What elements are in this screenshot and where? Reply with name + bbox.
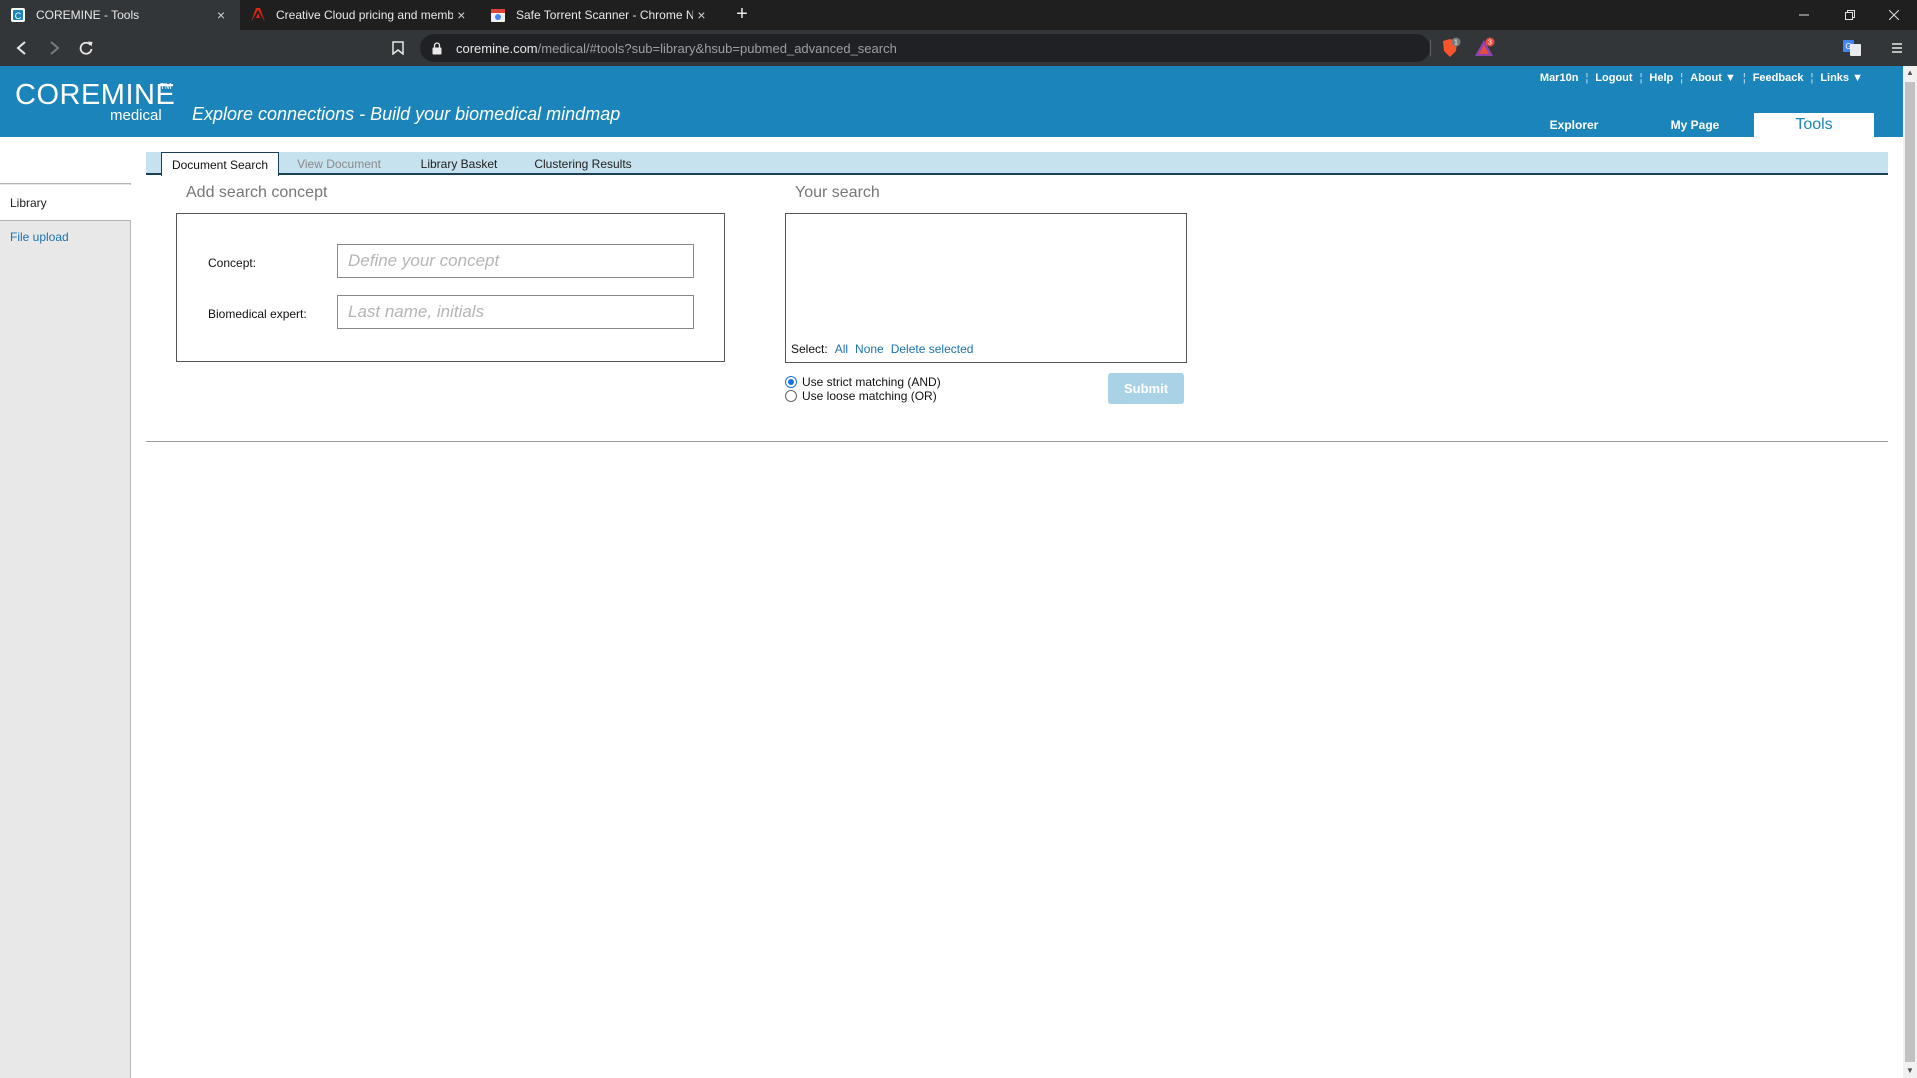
browser-tab-bar: C COREMINE - Tools × Creative Cloud pric… <box>0 0 1917 30</box>
browser-tab-coremine[interactable]: C COREMINE - Tools × <box>0 0 240 30</box>
url-host: coremine.com <box>456 40 538 56</box>
sidebar-item-library[interactable]: Library <box>0 185 131 221</box>
add-search-concept-title: Add search concept <box>186 184 328 201</box>
your-search-title: Your search <box>795 184 880 201</box>
link-separator: ¦ <box>1810 72 1814 84</box>
back-arrow-icon[interactable] <box>10 36 34 60</box>
browser-tab-torrent-scanner[interactable]: Safe Torrent Scanner - Chrome Ne × <box>480 0 720 30</box>
link-separator: ¦ <box>1742 72 1746 84</box>
nav-tools[interactable]: Tools <box>1754 113 1874 137</box>
scroll-up-arrow-icon[interactable]: ▲ <box>1903 66 1917 80</box>
strict-matching-label: Use strict matching (AND) <box>802 375 941 389</box>
concept-input[interactable] <box>337 244 694 278</box>
select-controls: Select: All None Delete selected <box>791 342 973 356</box>
left-sidebar: Library File upload <box>0 137 131 1078</box>
address-bar[interactable]: coremine.com/medical/#tools?sub=library&… <box>420 34 1430 62</box>
svg-text:G: G <box>1845 42 1851 51</box>
brave-shield-badge: 1 <box>1454 40 1458 47</box>
logo-trademark: TM <box>160 82 172 91</box>
browser-toolbar: coremine.com/medical/#tools?sub=library&… <box>0 30 1917 66</box>
forward-arrow-icon[interactable] <box>42 36 66 60</box>
biomedical-expert-label: Biomedical expert: <box>208 307 307 321</box>
brave-rewards-icon[interactable]: 3 <box>1473 37 1495 59</box>
chrome-webstore-favicon-icon <box>490 7 506 23</box>
logo-subtitle: medical <box>110 107 162 124</box>
close-window-icon[interactable] <box>1871 0 1917 30</box>
tab-view-document: View Document <box>297 156 381 171</box>
browser-tab-adobe[interactable]: Creative Cloud pricing and membe × <box>240 0 480 30</box>
link-separator: ¦ <box>1680 72 1684 84</box>
url-path: /medical/#tools?sub=library&hsub=pubmed_… <box>537 40 897 56</box>
link-separator: ¦ <box>1639 72 1643 84</box>
link-separator: ¦ <box>1585 72 1589 84</box>
close-tab-icon[interactable]: × <box>453 7 470 23</box>
scroll-down-arrow-icon[interactable]: ▼ <box>1903 1064 1917 1078</box>
sidebar-header <box>0 137 131 184</box>
svg-text:C: C <box>15 11 22 21</box>
adobe-favicon-icon <box>250 7 266 23</box>
username-link[interactable]: Mar10n <box>1540 72 1579 84</box>
delete-selected-link[interactable]: Delete selected <box>891 342 974 356</box>
strict-matching-option[interactable]: Use strict matching (AND) <box>785 375 941 389</box>
reload-icon[interactable] <box>74 36 98 60</box>
browser-menu-icon[interactable] <box>1886 37 1908 59</box>
loose-matching-radio[interactable] <box>785 390 797 402</box>
browser-tab-title: COREMINE - Tools <box>36 8 140 22</box>
bookmark-icon[interactable] <box>386 36 410 60</box>
browser-tab-title: Safe Torrent Scanner - Chrome Ne <box>516 8 693 22</box>
help-link[interactable]: Help <box>1649 72 1673 84</box>
links-dropdown[interactable]: Links ▼ <box>1820 72 1863 84</box>
loose-matching-label: Use loose matching (OR) <box>802 389 937 403</box>
minimize-window-icon[interactable] <box>1781 0 1827 30</box>
strict-matching-radio[interactable] <box>785 376 797 388</box>
restore-window-icon[interactable] <box>1827 0 1873 30</box>
select-all-link[interactable]: All <box>835 342 848 356</box>
loose-matching-option[interactable]: Use loose matching (OR) <box>785 389 937 403</box>
tab-clustering-results[interactable]: Clustering Results <box>526 152 640 175</box>
scroll-thumb[interactable] <box>1905 82 1915 1062</box>
nav-my-page[interactable]: My Page <box>1644 113 1746 137</box>
sidebar-item-file-upload[interactable]: File upload <box>0 230 131 244</box>
lock-icon <box>432 41 446 55</box>
content-divider <box>146 441 1888 442</box>
select-label: Select: <box>791 342 828 356</box>
nav-explorer[interactable]: Explorer <box>1523 113 1625 137</box>
add-concept-panel: Concept: Biomedical expert: <box>176 213 725 362</box>
about-dropdown[interactable]: About ▼ <box>1690 72 1736 84</box>
tab-library-basket[interactable]: Library Basket <box>408 152 510 175</box>
close-tab-icon[interactable]: × <box>693 7 710 23</box>
brave-rewards-badge: 3 <box>1488 40 1492 47</box>
browser-tab-title: Creative Cloud pricing and membe <box>276 8 453 22</box>
your-search-list[interactable] <box>785 213 1187 363</box>
new-tab-button[interactable]: + <box>730 3 754 27</box>
toolbar-divider <box>1430 40 1431 56</box>
tab-document-search[interactable]: Document Search <box>161 152 279 176</box>
close-tab-icon[interactable]: × <box>212 7 230 23</box>
logout-link[interactable]: Logout <box>1595 72 1632 84</box>
tools-subtabs: Document Search View Document Library Ba… <box>146 152 1888 176</box>
select-none-link[interactable]: None <box>855 342 884 356</box>
brave-shield-icon[interactable]: 1 <box>1439 37 1461 59</box>
site-header: COREMINE TM medical Explore connections … <box>0 66 1903 137</box>
coremine-favicon-icon: C <box>10 7 26 23</box>
top-links: Mar10n ¦ Logout ¦ Help ¦ About ▼ ¦ Feedback ¦… <box>1540 72 1863 84</box>
page-scrollbar[interactable]: ▲ ▼ <box>1903 66 1917 1078</box>
concept-label: Concept: <box>208 256 257 270</box>
feedback-link[interactable]: Feedback <box>1753 72 1804 84</box>
biomedical-expert-input[interactable] <box>337 295 694 329</box>
site-tagline: Explore connections - Build your biomedi… <box>192 104 621 124</box>
submit-button[interactable]: Submit <box>1108 373 1184 404</box>
translate-icon[interactable]: G <box>1841 37 1863 59</box>
